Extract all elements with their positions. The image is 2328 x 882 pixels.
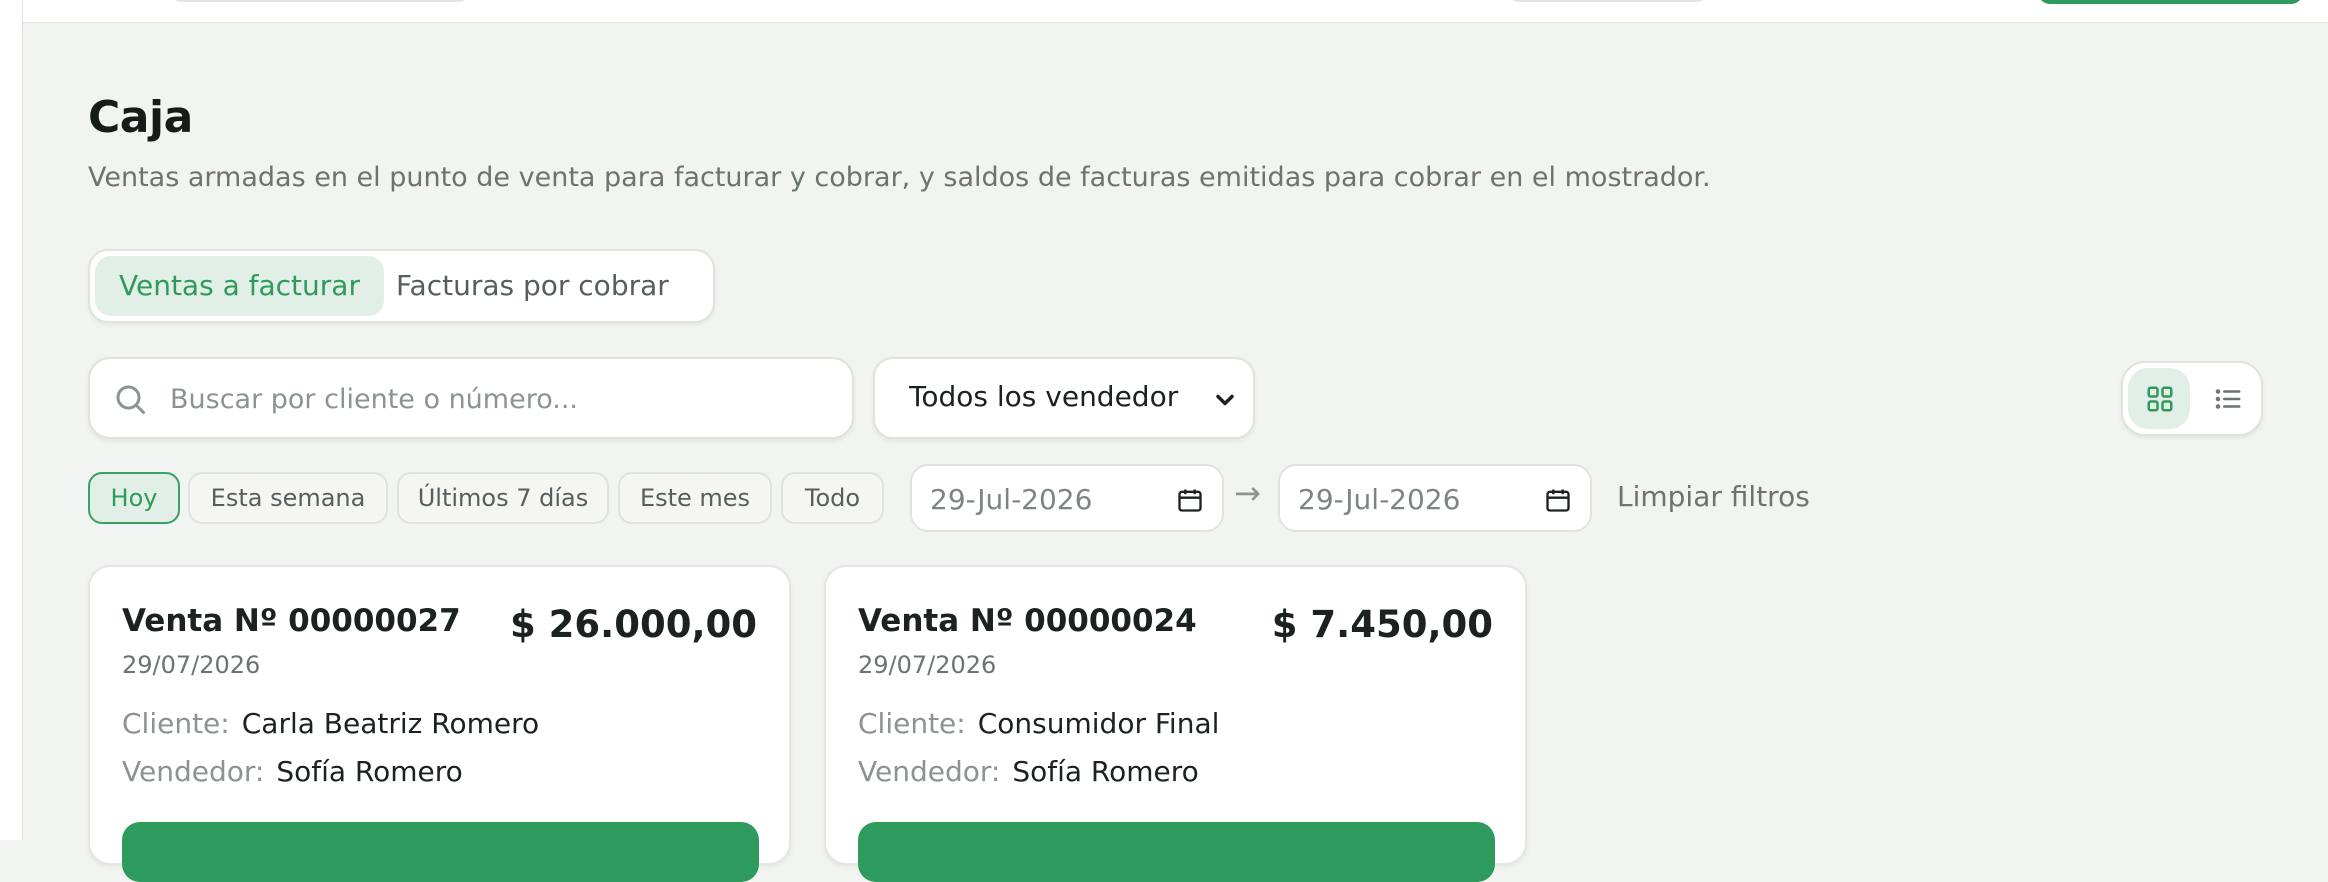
date-from-value: 29-Jul-2026	[930, 483, 1093, 516]
vendor-select[interactable]: Todos los vendedores	[873, 357, 1255, 439]
list-icon	[2215, 389, 2241, 409]
sale-date: 29/07/2026	[858, 651, 997, 679]
chevron-down-icon	[1216, 394, 1234, 406]
grid-icon	[2147, 386, 2173, 412]
seller-label: Vendedor:	[122, 755, 265, 788]
sale-card[interactable]: Venta Nº 00000024 29/07/2026 $ 7.450,00 …	[824, 565, 1527, 882]
vendor-select-value: Todos los vendedores	[909, 380, 1179, 413]
date-to-input[interactable]: 29-Jul-2026	[1278, 464, 1592, 532]
sale-amount: $ 26.000,00	[510, 603, 757, 646]
seller-label: Vendedor:	[858, 755, 1001, 788]
tab-facturas-por-cobrar[interactable]: Facturas por cobrar	[372, 256, 693, 316]
grid-view-button[interactable]	[2128, 368, 2190, 429]
client-row: Cliente: Carla Beatriz Romero	[122, 707, 539, 740]
client-name: Consumidor Final	[977, 707, 1220, 740]
list-view-button[interactable]	[2196, 368, 2258, 429]
seller-row: Vendedor: Sofía Romero	[858, 755, 1199, 788]
sale-number: Venta Nº 00000024	[858, 603, 1197, 639]
page-title: Caja	[88, 92, 193, 143]
filter-chip-esta-semana[interactable]: Esta semana	[188, 472, 388, 524]
calendar-icon	[1546, 489, 1570, 512]
date-range-arrow: →	[1234, 474, 1261, 512]
view-toggle	[2121, 361, 2263, 436]
client-label: Cliente:	[858, 707, 966, 740]
filter-chip-todo[interactable]: Todo	[781, 472, 884, 524]
search-box	[88, 357, 854, 439]
client-row: Cliente: Consumidor Final	[858, 707, 1219, 740]
card-action-button[interactable]	[858, 822, 1495, 882]
search-input[interactable]	[170, 375, 830, 423]
seller-name: Sofía Romero	[276, 755, 463, 788]
sale-amount: $ 7.450,00	[1271, 603, 1493, 646]
filter-chip-ultimos-7-dias[interactable]: Últimos 7 días	[397, 472, 609, 524]
tab-bar: Ventas a facturar Facturas por cobrar	[88, 249, 715, 323]
page-subtitle: Ventas armadas en el punto de venta para…	[88, 162, 1711, 193]
client-name: Carla Beatriz Romero	[241, 707, 540, 740]
seller-row: Vendedor: Sofía Romero	[122, 755, 463, 788]
left-rail	[0, 0, 23, 840]
tab-ventas-a-facturar[interactable]: Ventas a facturar	[95, 256, 384, 316]
client-label: Cliente:	[122, 707, 230, 740]
card-action-button[interactable]	[122, 822, 759, 882]
clear-filters-link[interactable]: Limpiar filtros	[1617, 480, 1810, 513]
date-to-value: 29-Jul-2026	[1298, 483, 1461, 516]
date-from-input[interactable]: 29-Jul-2026	[910, 464, 1224, 532]
search-icon	[116, 385, 145, 414]
sale-number: Venta Nº 00000027	[122, 603, 461, 639]
seller-name: Sofía Romero	[1012, 755, 1199, 788]
sale-card[interactable]: Venta Nº 00000027 29/07/2026 $ 26.000,00…	[88, 565, 791, 882]
sale-date: 29/07/2026	[122, 651, 261, 679]
filter-chip-hoy[interactable]: Hoy	[88, 472, 180, 524]
main-content: Caja Ventas armadas en el punto de venta…	[88, 0, 2268, 882]
filter-chip-este-mes[interactable]: Este mes	[618, 472, 772, 524]
calendar-icon	[1178, 489, 1202, 512]
